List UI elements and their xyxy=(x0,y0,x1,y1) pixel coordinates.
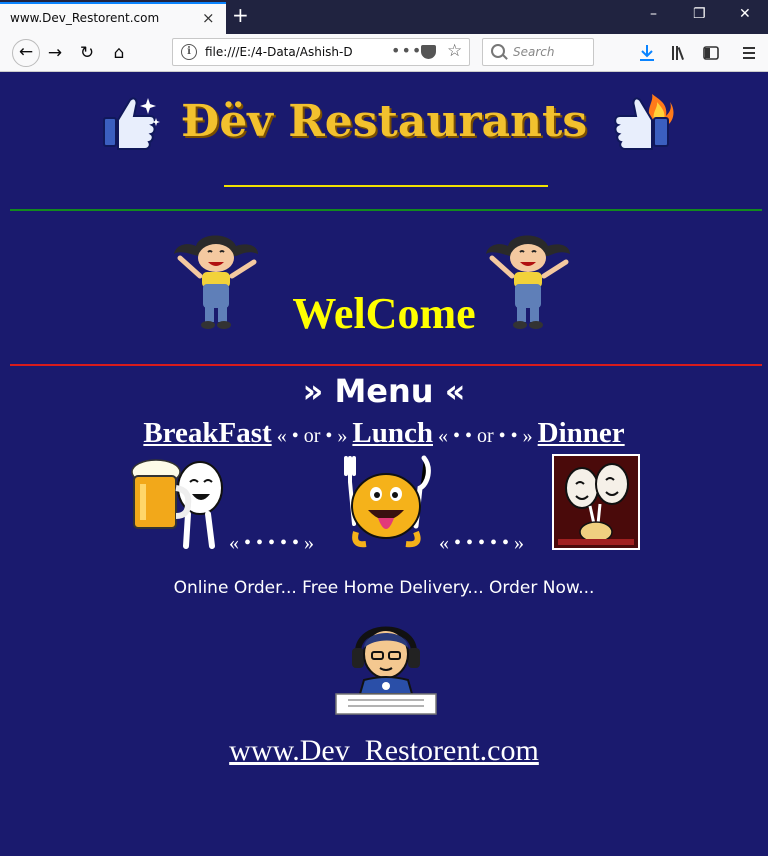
title-underline xyxy=(224,185,548,187)
new-tab-icon[interactable]: + xyxy=(232,3,249,27)
bookmark-star-icon[interactable]: ☆ xyxy=(447,41,462,61)
page-content: Đëv Restaurants WelCome » Menu « BreakFa… xyxy=(0,72,768,856)
dancing-girl-right-image xyxy=(486,235,570,329)
url-bar[interactable]: i file:///E:/4-Data/Ashish-D ••• ☆ xyxy=(172,38,470,66)
dots-separator-right: « • • • • • » xyxy=(439,532,525,554)
menu-heading: » Menu « xyxy=(302,372,466,410)
forward-arrow-icon[interactable]: → xyxy=(44,42,66,64)
sidebar-icon[interactable] xyxy=(702,44,720,62)
online-support-image[interactable] xyxy=(334,618,438,718)
dinner-link[interactable]: Dinner xyxy=(538,417,625,449)
welcome-heading: WelCome xyxy=(292,289,476,338)
browser-navbar: ← → ↻ ⌂ i file:///E:/4-Data/Ashish-D •••… xyxy=(0,34,768,72)
tab-title: www.Dev_Restorent.com xyxy=(10,11,160,25)
search-placeholder: Search xyxy=(513,45,555,59)
back-arrow-icon[interactable]: ← xyxy=(12,39,40,67)
order-tagline: Online Order... Free Home Delivery... Or… xyxy=(173,578,595,598)
page-actions-icon[interactable]: ••• xyxy=(391,41,422,60)
dinner-image[interactable] xyxy=(552,454,640,550)
meal-separator: « • or • » xyxy=(276,425,348,447)
search-input[interactable]: Search xyxy=(482,38,594,66)
meal-links: BreakFast « • or • » Lunch « • • or • • … xyxy=(0,417,768,450)
browser-titlebar: www.Dev_Restorent.com × + – ❐ ✕ xyxy=(0,0,768,34)
breakfast-image[interactable] xyxy=(126,454,226,552)
library-icon[interactable] xyxy=(670,44,690,62)
thumbs-up-fire-icon xyxy=(614,94,674,150)
meal-separator: « • • or • • » xyxy=(437,425,533,447)
lunch-link[interactable]: Lunch xyxy=(352,417,433,449)
close-tab-icon[interactable]: × xyxy=(202,9,215,27)
url-text[interactable]: file:///E:/4-Data/Ashish-D xyxy=(205,45,385,59)
green-divider xyxy=(10,209,762,211)
website-link[interactable]: www.Dev_Restorent.com xyxy=(0,734,768,768)
reload-icon[interactable]: ↻ xyxy=(76,42,98,64)
red-divider xyxy=(10,364,762,366)
hamburger-menu-icon[interactable] xyxy=(741,44,757,62)
info-icon[interactable]: i xyxy=(181,44,197,60)
lunch-image[interactable] xyxy=(336,454,436,552)
home-icon[interactable]: ⌂ xyxy=(108,42,130,64)
search-icon xyxy=(491,44,505,58)
maximize-icon[interactable]: ❐ xyxy=(693,6,706,22)
downloads-icon[interactable] xyxy=(638,43,656,63)
minimize-icon[interactable]: – xyxy=(650,6,657,22)
browser-tab[interactable]: www.Dev_Restorent.com × xyxy=(0,2,226,34)
dots-separator-left: « • • • • • » xyxy=(229,532,315,554)
pocket-icon[interactable] xyxy=(421,45,436,59)
close-window-icon[interactable]: ✕ xyxy=(739,6,751,22)
breakfast-link[interactable]: BreakFast xyxy=(143,417,271,449)
